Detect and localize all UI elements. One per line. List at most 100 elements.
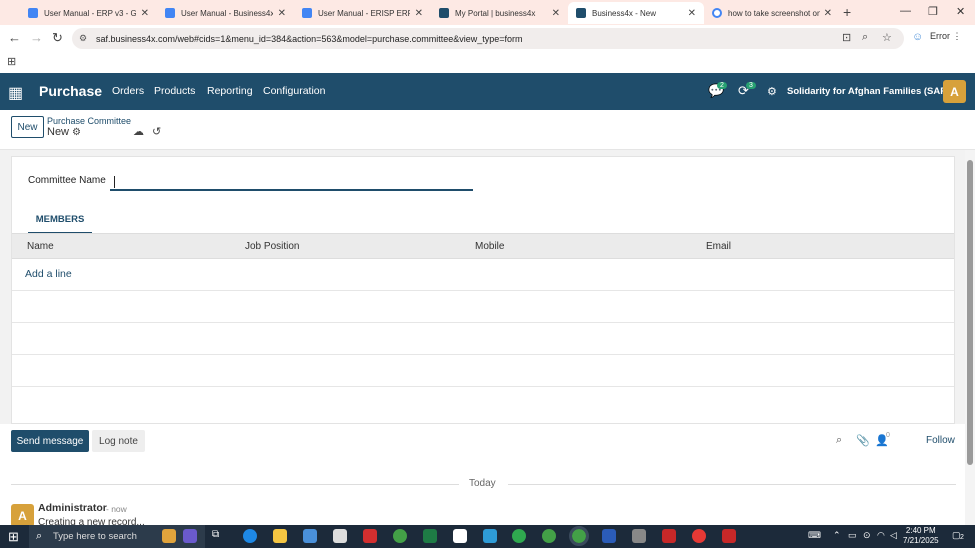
forward-icon[interactable]: →	[30, 30, 43, 45]
excel-icon[interactable]	[423, 529, 437, 543]
log-note-button[interactable]: Log note	[92, 430, 145, 452]
attachment-icon[interactable]: 📎	[856, 434, 870, 447]
page-scrollbar[interactable]	[965, 150, 975, 525]
add-line-link[interactable]: Add a line	[25, 268, 72, 280]
chrome-active-icon[interactable]	[569, 526, 589, 546]
store-icon[interactable]	[303, 529, 317, 543]
company-switch-icon[interactable]: ⚙	[767, 85, 777, 98]
browser-tab[interactable]: how to take screenshot on la ✕	[704, 2, 840, 24]
task-view-icon[interactable]: ⧉	[212, 529, 226, 543]
app-brand[interactable]: Purchase	[39, 83, 102, 99]
app-icon[interactable]	[722, 529, 736, 543]
acrobat-icon[interactable]	[363, 529, 377, 543]
menu-reporting[interactable]: Reporting	[207, 85, 253, 97]
windows-start-icon[interactable]: ⊞	[8, 529, 19, 545]
browser-tab[interactable]: User Manual - ERISP ERP v2 ✕	[294, 2, 431, 24]
search-icon[interactable]: ⌕	[836, 434, 842, 447]
volume-icon[interactable]: ◁	[890, 530, 897, 541]
browser-tab-title: how to take screenshot on la	[728, 8, 820, 18]
app-icon[interactable]	[632, 529, 646, 543]
browser-tab-active[interactable]: Business4x - New ✕	[568, 2, 704, 24]
new-tab-icon[interactable]: +	[843, 4, 851, 20]
site-info-icon[interactable]: ⚙	[79, 33, 87, 44]
browser-tab[interactable]: My Portal | business4x ✕	[431, 2, 568, 24]
chrome-icon[interactable]	[393, 529, 407, 543]
install-icon[interactable]: ⊡	[842, 31, 851, 44]
search-icon: ⌕	[36, 530, 43, 542]
browser-tab[interactable]: User Manual - Business4x v3 ✕	[157, 2, 294, 24]
follow-button[interactable]: Follow	[926, 435, 955, 446]
gear-icon[interactable]: ⚙	[72, 127, 81, 138]
copilot-icon[interactable]	[183, 529, 197, 543]
file-explorer-icon[interactable]	[273, 529, 287, 543]
back-icon[interactable]: ←	[8, 30, 21, 45]
notification-count: 2	[960, 534, 964, 541]
user-avatar[interactable]: A	[943, 80, 966, 103]
menu-products[interactable]: Products	[154, 85, 195, 97]
apps-grid-icon[interactable]: ⊞	[7, 55, 16, 68]
close-icon[interactable]: ✕	[278, 8, 286, 19]
col-job-position[interactable]: Job Position	[245, 241, 299, 252]
network-icon[interactable]: ⊙	[863, 530, 871, 541]
app-navbar: ▦ Purchase Orders Products Reporting Con…	[0, 73, 975, 110]
app-menu-icon[interactable]: ▦	[8, 83, 23, 103]
bookmark-star-icon[interactable]: ☆	[882, 31, 892, 44]
table-row-divider	[12, 322, 954, 323]
clock-date: 7/21/2025	[903, 536, 939, 545]
notepad-icon[interactable]	[453, 529, 467, 543]
close-icon[interactable]: ✕	[688, 8, 696, 19]
battery-icon[interactable]: ▭	[848, 530, 857, 541]
message-author[interactable]: Administrator	[38, 502, 107, 514]
activity-count-badge: 3	[746, 82, 756, 89]
committee-name-input[interactable]	[110, 173, 473, 191]
close-icon[interactable]: ✕	[141, 8, 149, 19]
url-bar[interactable]: saf.business4x.com/web#cids=1&menu_id=38…	[72, 28, 904, 49]
word-icon[interactable]	[602, 529, 616, 543]
author-avatar[interactable]: A	[11, 504, 34, 527]
send-message-button[interactable]: Send message	[11, 430, 89, 452]
extension-icon[interactable]: ☺	[912, 31, 923, 43]
zoom-icon[interactable]: ⌕	[862, 31, 868, 44]
taskbar-search[interactable]: Type here to search	[29, 525, 205, 548]
col-email[interactable]: Email	[706, 241, 731, 252]
profile-error-button[interactable]: Error ⋮	[930, 31, 962, 42]
wifi-icon[interactable]: ◠	[877, 530, 885, 541]
menu-configuration[interactable]: Configuration	[263, 85, 325, 97]
company-name[interactable]: Solidarity for Afghan Families (SAF)	[787, 86, 949, 97]
chrome-icon[interactable]	[542, 529, 556, 543]
maximize-icon[interactable]: ❐	[928, 5, 938, 18]
app-icon[interactable]	[483, 529, 497, 543]
breadcrumb-parent[interactable]: Purchase Committee	[47, 116, 131, 126]
new-button[interactable]: New	[11, 116, 44, 138]
committee-name-label: Committee Name	[28, 175, 106, 186]
chevron-up-icon[interactable]: ⌃	[833, 530, 841, 541]
scrollbar-thumb[interactable]	[967, 160, 973, 465]
table-row-divider	[12, 354, 954, 355]
address-bar-row: ← → ↻ saf.business4x.com/web#cids=1&menu…	[0, 25, 975, 51]
clock-time: 2:40 PM	[905, 526, 936, 535]
discard-icon[interactable]: ↺	[152, 125, 161, 138]
opera-icon[interactable]	[692, 529, 706, 543]
close-icon[interactable]: ✕	[552, 8, 560, 19]
mail-icon[interactable]	[333, 529, 347, 543]
browser-tab[interactable]: User Manual - ERP v3 - Goo ✕	[20, 2, 157, 24]
reload-icon[interactable]: ↻	[52, 30, 63, 46]
text-caret	[114, 176, 115, 188]
minimize-icon[interactable]: —	[900, 5, 911, 17]
control-panel: New Purchase Committee New ⚙ ☁ ↺	[0, 110, 975, 150]
keyboard-icon[interactable]: ⌨	[808, 530, 821, 541]
col-mobile[interactable]: Mobile	[475, 241, 504, 252]
col-name[interactable]: Name	[27, 241, 54, 252]
taskbar-clock[interactable]: 2:40 PM 7/21/2025	[903, 526, 939, 546]
close-icon[interactable]: ✕	[824, 8, 832, 19]
widgets-icon[interactable]	[162, 529, 176, 543]
edge-icon[interactable]	[243, 529, 257, 543]
business4x-icon	[439, 8, 449, 18]
save-cloud-icon[interactable]: ☁	[133, 125, 144, 138]
app-icon[interactable]	[512, 529, 526, 543]
close-icon[interactable]: ✕	[415, 8, 423, 19]
menu-orders[interactable]: Orders	[112, 85, 144, 97]
window-close-icon[interactable]: ✕	[956, 5, 965, 18]
tab-members[interactable]: MEMBERS	[28, 214, 92, 234]
app-icon[interactable]	[662, 529, 676, 543]
